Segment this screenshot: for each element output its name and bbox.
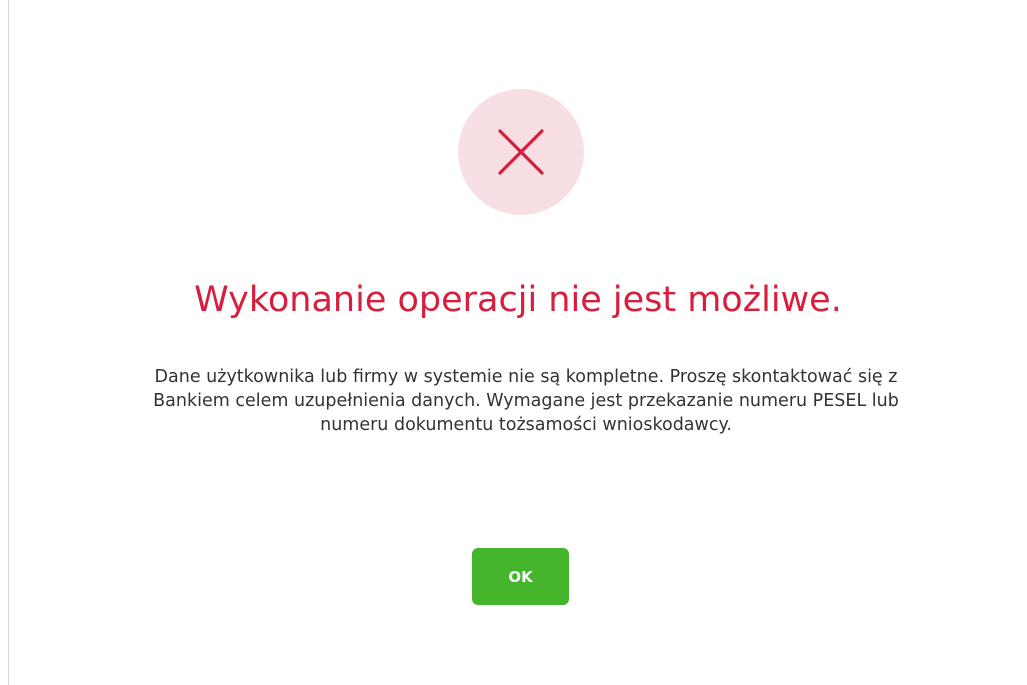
close-x-icon	[498, 129, 544, 175]
dialog-title: Wykonanie operacji nie jest możliwe.	[194, 280, 842, 320]
dialog-message: Dane użytkownika lub firmy w systemie ni…	[153, 367, 899, 435]
error-dialog: Wykonanie operacji nie jest możliwe. Dan…	[9, 0, 1027, 685]
page: Wykonanie operacji nie jest możliwe. Dan…	[0, 0, 1027, 685]
error-icon-circle	[458, 89, 584, 215]
ok-button[interactable]: OK	[472, 548, 569, 605]
